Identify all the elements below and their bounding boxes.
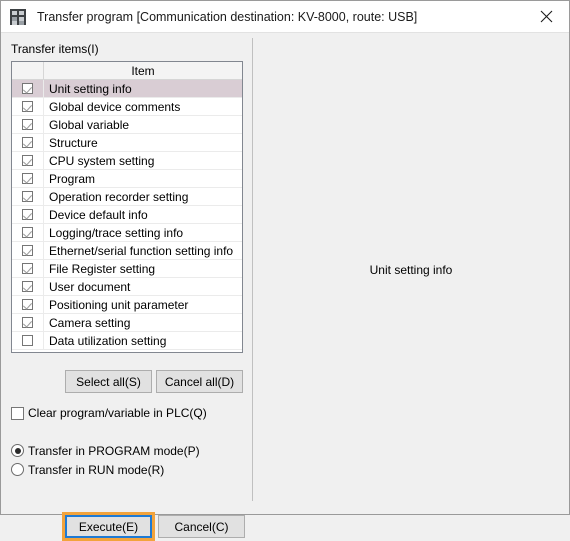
row-label: Device default info <box>49 207 148 222</box>
row-checkbox[interactable] <box>12 80 44 97</box>
checkbox-checked-icon <box>22 173 33 184</box>
table-row[interactable]: Unit setting info <box>12 80 242 98</box>
app-icon <box>10 8 26 25</box>
transfer-mode-radio-group: Transfer in PROGRAM mode(P) Transfer in … <box>11 441 200 479</box>
table-row[interactable]: Ethernet/serial function setting info <box>12 242 242 260</box>
radio-transfer-program-mode[interactable]: Transfer in PROGRAM mode(P) <box>11 441 200 460</box>
row-checkbox[interactable] <box>12 296 44 313</box>
column-header-check[interactable] <box>12 62 44 79</box>
preview-text: Unit setting info <box>369 263 453 277</box>
radio-label: Transfer in PROGRAM mode(P) <box>28 443 200 458</box>
dialog-body: Transfer items(I) Item Unit setting info… <box>1 33 569 541</box>
row-label: Global variable <box>49 117 130 132</box>
row-checkbox[interactable] <box>12 134 44 151</box>
close-icon[interactable] <box>524 1 569 32</box>
table-row[interactable]: Data utilization setting <box>12 332 242 350</box>
checkbox-checked-icon <box>22 281 33 292</box>
row-label: Global device comments <box>49 99 181 114</box>
row-label: Unit setting info <box>49 81 132 96</box>
list-header: Item <box>12 62 242 80</box>
radio-label: Transfer in RUN mode(R) <box>28 462 165 477</box>
execute-button[interactable]: Execute(E) <box>65 515 152 538</box>
radio-transfer-run-mode[interactable]: Transfer in RUN mode(R) <box>11 460 200 479</box>
table-row[interactable]: Logging/trace setting info <box>12 224 242 242</box>
row-label: User document <box>49 279 131 294</box>
checkbox-checked-icon <box>22 317 33 328</box>
checkbox-checked-icon <box>22 245 33 256</box>
row-label: Program <box>49 171 96 186</box>
row-checkbox[interactable] <box>12 278 44 295</box>
preview-pane: Unit setting info <box>253 33 569 514</box>
checkbox-checked-icon <box>22 155 33 166</box>
checkbox-unchecked-icon <box>22 335 33 346</box>
checkbox-checked-icon <box>22 101 33 112</box>
checkbox-checked-icon <box>22 119 33 130</box>
checkbox-checked-icon <box>22 83 33 94</box>
checkbox-box <box>11 406 24 420</box>
table-row[interactable]: Global variable <box>12 116 242 134</box>
table-row[interactable]: Structure <box>12 134 242 152</box>
transfer-program-dialog: Transfer program [Communication destinat… <box>0 0 570 541</box>
table-row[interactable]: Operation recorder setting <box>12 188 242 206</box>
titlebar: Transfer program [Communication destinat… <box>1 1 569 32</box>
cancel-all-button[interactable]: Cancel all(D) <box>156 370 243 393</box>
row-checkbox[interactable] <box>12 206 44 223</box>
row-label: Ethernet/serial function setting info <box>49 243 234 258</box>
table-row[interactable]: Device default info <box>12 206 242 224</box>
transfer-items-list[interactable]: Item Unit setting info Global device comm… <box>11 61 243 353</box>
checkbox-checked-icon <box>22 191 33 202</box>
window-title: Transfer program [Communication destinat… <box>37 9 418 24</box>
row-checkbox[interactable] <box>12 242 44 259</box>
row-checkbox[interactable] <box>12 188 44 205</box>
clear-program-checkbox[interactable]: Clear program/variable in PLC(Q) <box>11 406 207 420</box>
row-checkbox[interactable] <box>12 332 44 349</box>
transfer-items-label: Transfer items(I) <box>11 42 99 56</box>
row-label: Positioning unit parameter <box>49 297 189 312</box>
checkbox-checked-icon <box>22 137 33 148</box>
row-label: CPU system setting <box>49 153 155 168</box>
checkbox-checked-icon <box>22 227 33 238</box>
row-label: File Register setting <box>49 261 156 276</box>
checkbox-checked-icon <box>22 299 33 310</box>
row-label: Camera setting <box>49 315 131 330</box>
row-checkbox[interactable] <box>12 98 44 115</box>
row-checkbox[interactable] <box>12 152 44 169</box>
list-rows: Unit setting info Global device comments G… <box>12 80 242 352</box>
clear-program-label: Clear program/variable in PLC(Q) <box>28 406 207 420</box>
radio-indicator <box>11 463 24 476</box>
row-label: Logging/trace setting info <box>49 225 184 240</box>
row-checkbox[interactable] <box>12 224 44 241</box>
checkbox-checked-icon <box>22 209 33 220</box>
row-label: Data utilization setting <box>49 333 167 348</box>
column-header-item[interactable]: Item <box>44 62 242 79</box>
row-checkbox[interactable] <box>12 170 44 187</box>
table-row[interactable]: Global device comments <box>12 98 242 116</box>
row-checkbox[interactable] <box>12 116 44 133</box>
row-checkbox[interactable] <box>12 314 44 331</box>
select-all-button[interactable]: Select all(S) <box>65 370 152 393</box>
execute-button-highlight: Execute(E) <box>62 512 155 541</box>
row-label: Structure <box>49 135 98 150</box>
table-row[interactable]: Camera setting <box>12 314 242 332</box>
row-label: Operation recorder setting <box>49 189 189 204</box>
table-row[interactable]: Positioning unit parameter <box>12 296 242 314</box>
table-row[interactable]: User document <box>12 278 242 296</box>
table-row[interactable]: Program <box>12 170 242 188</box>
checkbox-checked-icon <box>22 263 33 274</box>
radio-indicator <box>11 444 24 457</box>
table-row[interactable]: CPU system setting <box>12 152 242 170</box>
row-checkbox[interactable] <box>12 260 44 277</box>
cancel-button[interactable]: Cancel(C) <box>158 515 245 538</box>
table-row[interactable]: File Register setting <box>12 260 242 278</box>
